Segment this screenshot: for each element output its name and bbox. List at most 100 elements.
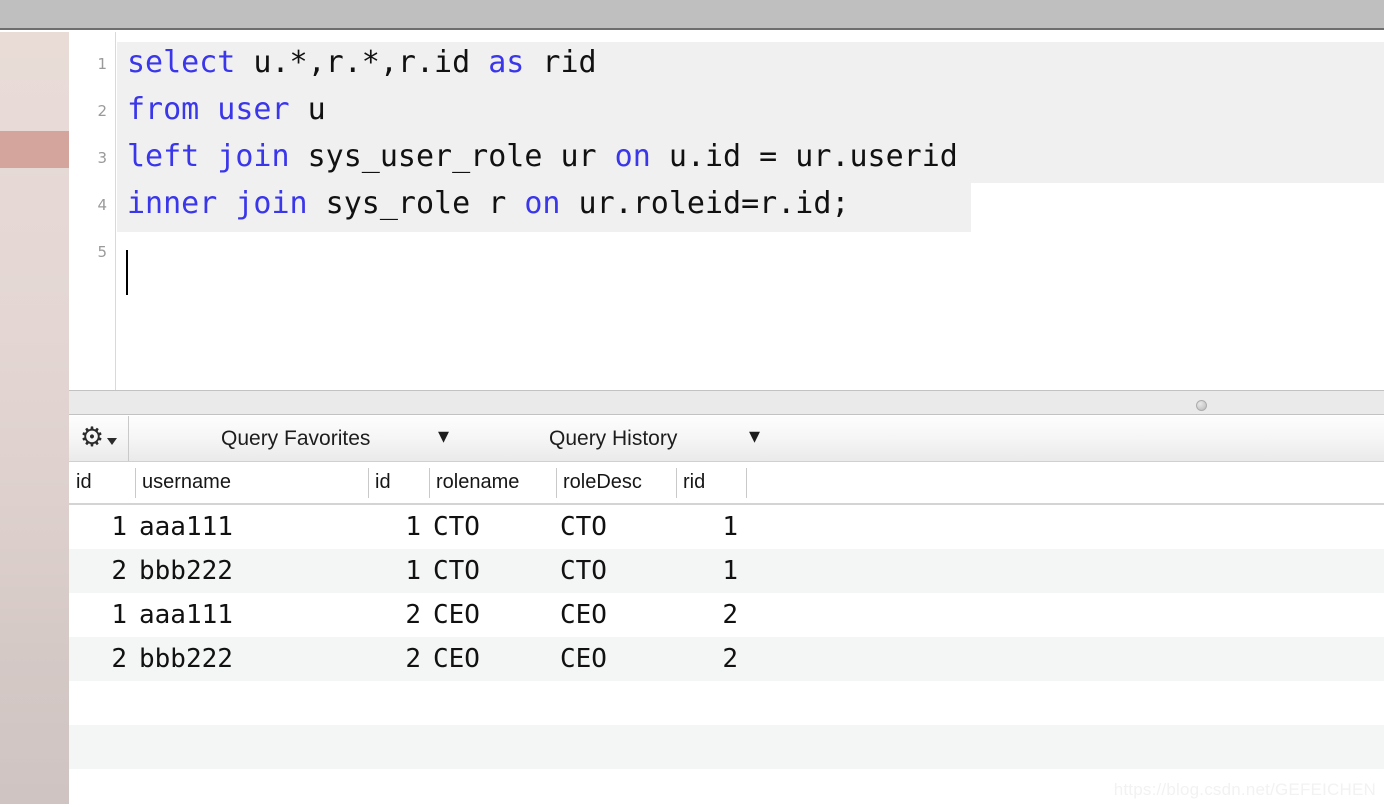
table-row[interactable] [69, 725, 1384, 769]
code-line[interactable]: from user u [127, 95, 326, 125]
table-cell[interactable]: CTO [556, 505, 676, 549]
column-header[interactable]: rolename [429, 462, 556, 503]
column-divider[interactable] [556, 468, 557, 498]
table-cell[interactable] [368, 769, 429, 804]
table-cell[interactable] [746, 549, 1384, 593]
table-cell[interactable]: CTO [429, 549, 556, 593]
column-header[interactable]: id [69, 462, 135, 503]
column-header-label: username [142, 471, 231, 493]
table-cell[interactable] [746, 681, 1384, 725]
table-cell[interactable]: CEO [556, 637, 676, 681]
table-cell[interactable]: bbb222 [135, 549, 368, 593]
sql-keyword: on [614, 139, 651, 174]
table-cell[interactable] [429, 769, 556, 804]
pane-splitter[interactable] [69, 390, 1384, 415]
query-history-dropdown[interactable]: Query History [549, 416, 677, 461]
table-cell[interactable]: 2 [69, 637, 135, 681]
table-cell[interactable]: bbb222 [135, 637, 368, 681]
table-cell[interactable]: CEO [429, 637, 556, 681]
column-divider[interactable] [429, 468, 430, 498]
table-cell[interactable] [368, 725, 429, 769]
table-cell[interactable] [368, 681, 429, 725]
column-header[interactable]: roleDesc [556, 462, 676, 503]
column-divider[interactable] [746, 468, 747, 498]
table-row[interactable]: 1 aaa111 2 CEO CEO 2 [69, 593, 1384, 637]
settings-menu-button[interactable]: ⚙ [69, 416, 129, 461]
column-header[interactable]: rid [676, 462, 746, 503]
query-favorites-chevron[interactable]: ▾ [438, 416, 449, 461]
column-header[interactable]: username [135, 462, 368, 503]
table-cell[interactable] [69, 725, 135, 769]
table-cell[interactable]: 2 [676, 637, 746, 681]
column-divider[interactable] [368, 468, 369, 498]
column-header[interactable] [746, 462, 1384, 503]
column-divider[interactable] [676, 468, 677, 498]
query-favorites-dropdown[interactable]: Query Favorites [221, 416, 370, 461]
table-cell[interactable]: 2 [69, 549, 135, 593]
table-cell[interactable] [429, 725, 556, 769]
sql-editor-pane[interactable]: 1 2 3 4 5 select u.*,r.*,r.id as rid from use… [69, 32, 1384, 390]
desktop-background-strip [0, 32, 69, 804]
table-cell[interactable]: 2 [368, 593, 429, 637]
table-cell[interactable]: 1 [69, 593, 135, 637]
line-number-gutter: 1 2 3 4 5 [69, 32, 116, 390]
selection-trim [971, 183, 1384, 232]
table-cell[interactable] [135, 681, 368, 725]
table-cell[interactable]: 1 [368, 505, 429, 549]
table-cell[interactable]: 1 [69, 505, 135, 549]
table-cell[interactable] [746, 637, 1384, 681]
results-toolbar: ⚙ Query Favorites ▾ Query History ▾ [69, 416, 1384, 462]
table-cell[interactable] [556, 769, 676, 804]
table-row[interactable]: 2 bbb222 2 CEO CEO 2 [69, 637, 1384, 681]
table-cell[interactable] [135, 725, 368, 769]
sql-text: sys_user_role ur [289, 139, 615, 174]
table-cell[interactable] [135, 769, 368, 804]
table-cell[interactable] [676, 769, 746, 804]
table-row[interactable]: 1 aaa111 1 CTO CTO 1 [69, 505, 1384, 549]
table-cell[interactable] [556, 725, 676, 769]
table-cell[interactable] [676, 681, 746, 725]
query-favorites-label: Query Favorites [221, 426, 371, 450]
table-cell[interactable]: CEO [556, 593, 676, 637]
table-row[interactable]: 2 bbb222 1 CTO CTO 1 [69, 549, 1384, 593]
table-cell[interactable]: aaa111 [135, 505, 368, 549]
table-cell[interactable] [746, 505, 1384, 549]
table-cell[interactable]: 1 [676, 505, 746, 549]
line-number: 3 [97, 149, 107, 167]
table-cell[interactable] [746, 725, 1384, 769]
table-cell[interactable]: CEO [429, 593, 556, 637]
code-line[interactable]: left join sys_user_role ur on u.id = ur.… [127, 142, 958, 172]
table-cell[interactable] [556, 681, 676, 725]
column-header[interactable]: id [368, 462, 429, 503]
column-header-label: rolename [436, 471, 520, 493]
sql-text: ur.roleid=r.id; [560, 186, 850, 221]
sql-code-area[interactable]: select u.*,r.*,r.id as rid from user u lef… [117, 32, 1384, 390]
table-cell[interactable]: 1 [676, 549, 746, 593]
sql-keyword: on [524, 186, 561, 221]
text-caret [126, 250, 128, 295]
code-line[interactable]: inner join sys_role r on ur.roleid=r.id; [127, 189, 849, 219]
table-cell[interactable] [676, 725, 746, 769]
table-cell[interactable]: CTO [429, 505, 556, 549]
table-cell[interactable] [69, 681, 135, 725]
table-row[interactable] [69, 681, 1384, 725]
sql-keyword: as [488, 45, 525, 80]
column-header-label: id [375, 471, 391, 493]
results-grid[interactable]: id username id rolename roleDesc rid 1 aaa111 1… [69, 462, 1384, 804]
code-line[interactable]: select u.*,r.*,r.id as rid [127, 48, 597, 78]
table-cell[interactable] [69, 769, 135, 804]
table-cell[interactable]: 2 [368, 637, 429, 681]
query-history-chevron[interactable]: ▾ [749, 416, 760, 461]
results-body[interactable]: 1 aaa111 1 CTO CTO 1 2 bbb222 1 CTO CTO 1 1 aaa111 2 CE… [69, 505, 1384, 804]
table-cell[interactable]: CTO [556, 549, 676, 593]
sql-text: u [289, 92, 326, 127]
table-cell[interactable]: aaa111 [135, 593, 368, 637]
table-cell[interactable]: 2 [676, 593, 746, 637]
gear-icon: ⚙ [79, 422, 105, 453]
table-cell[interactable] [746, 593, 1384, 637]
table-cell[interactable] [429, 681, 556, 725]
column-divider[interactable] [135, 468, 136, 498]
table-cell[interactable]: 1 [368, 549, 429, 593]
splitter-grip-handle[interactable] [1196, 400, 1207, 411]
sql-text: rid [524, 45, 597, 80]
